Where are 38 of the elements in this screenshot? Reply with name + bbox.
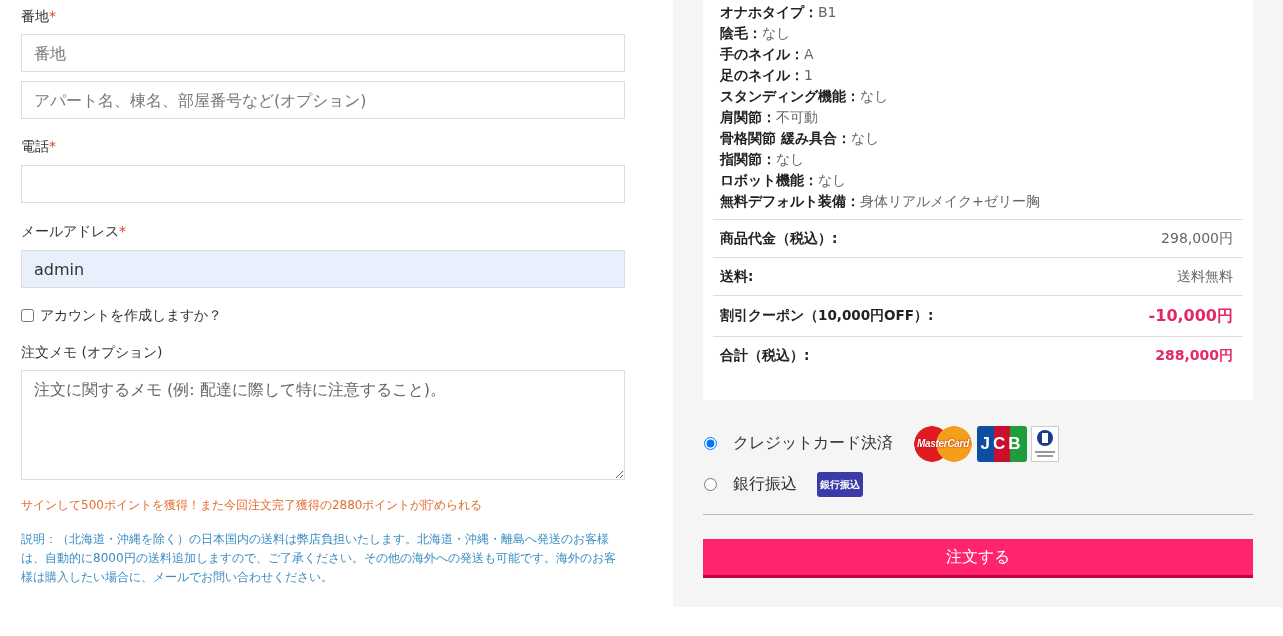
total-value: 298,000円	[1161, 229, 1233, 248]
email-field[interactable]: admin	[21, 250, 625, 288]
checkbox[interactable]	[21, 309, 34, 322]
spec-line: オナホタイプ：B1	[720, 3, 838, 22]
phone-field[interactable]	[21, 165, 625, 203]
total-label: 合計（税込）:	[720, 346, 810, 365]
text-field[interactable]: 番地	[21, 34, 625, 72]
spec-line: ロボット機能：なし	[720, 171, 847, 190]
field-label: 番地*	[21, 7, 57, 26]
spec-line: 指関節：なし	[720, 150, 805, 169]
spec-line: 手のネイル：A	[720, 45, 815, 64]
radio-button[interactable]	[704, 437, 717, 450]
field-label: 電話*	[21, 137, 57, 156]
diners-logo-icon	[1031, 425, 1059, 462]
bank-transfer-badge: 銀行振込	[817, 472, 863, 497]
place-order-button[interactable]: 注文する	[703, 539, 1253, 578]
spec-line: 無料デフォルト装備：身体リアルメイク+ゼリー胸	[720, 192, 1041, 211]
field-label: メールアドレス*	[21, 222, 127, 241]
total-label: 商品代金（税込）:	[720, 229, 838, 248]
notes-field[interactable]: 注文に関するメモ (例: 配達に際して特に注意すること)。	[21, 370, 625, 480]
spec-line: 陰毛：なし	[720, 24, 791, 43]
shipping-note: 説明：（北海道・沖縄を除く）の日本国内の送料は弊店負担いたします。北海道・沖縄・離島へ発送のお客様は、自動的に8000円の送料追加しますので、ご了承ください。その他の海外への発送も可能です。海外のお客様は購入したい場合に、メールでお問い合わせください。	[21, 531, 617, 586]
spec-line: 足のネイル：1	[720, 66, 814, 85]
radio-button[interactable]	[704, 478, 717, 491]
total-value: 送料無料	[1177, 267, 1233, 286]
spec-line: 肩関節：不可動	[720, 108, 819, 127]
field-label: 注文メモ (オプション)	[21, 343, 164, 362]
total-value: 288,000円	[1155, 346, 1233, 365]
spec-line: 骨格関節 緩み具合：なし	[720, 129, 880, 148]
payment-option-label: クレジットカード決済	[733, 433, 893, 454]
payment-option-label: 銀行振込	[733, 474, 797, 495]
spec-line: スタンディング機能：なし	[720, 87, 889, 106]
total-value: -10,000円	[1148, 305, 1233, 327]
points-notice: サインして500ポイントを獲得！また今回注文完了獲得の2880ポイントが貯められる	[21, 497, 484, 514]
total-label: 送料:	[720, 267, 754, 286]
checkbox-label: アカウントを作成しますか？	[40, 306, 222, 325]
text-field[interactable]: アパート名、棟名、部屋番号など(オプション)	[21, 81, 625, 119]
total-label: 割引クーポン（10,000円OFF）:	[720, 307, 934, 325]
